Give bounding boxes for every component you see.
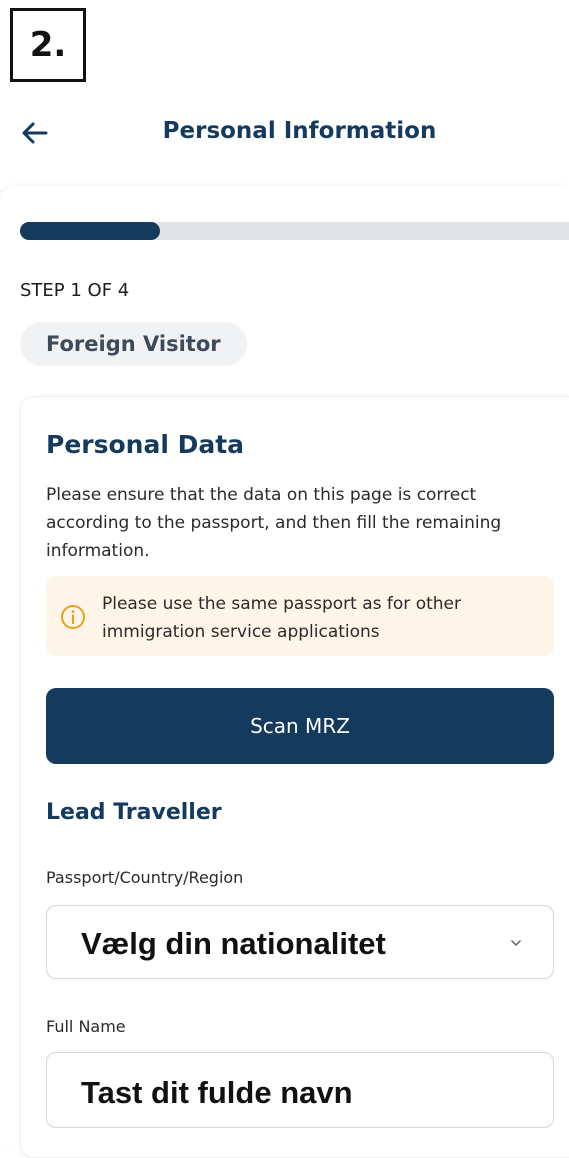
info-icon (61, 605, 85, 629)
chevron-down-icon (511, 940, 521, 946)
full-name-value: Tast dit fulde navn (81, 1075, 353, 1110)
lead-traveller-heading: Lead Traveller (46, 800, 222, 825)
page-title: Personal Information (162, 118, 437, 144)
visitor-type-chip: Foreign Visitor (20, 322, 247, 366)
step-indicator: STEP 1 OF 4 (20, 280, 130, 301)
progress-bar (20, 222, 569, 240)
passport-notice: Please use the same passport as for othe… (46, 576, 554, 656)
step-number-badge: 2. (10, 8, 86, 82)
full-name-label: Full Name (46, 1017, 126, 1036)
passport-country-label: Passport/Country/Region (46, 868, 244, 887)
scan-mrz-button[interactable]: Scan MRZ (46, 688, 554, 764)
notice-text: Please use the same passport as for othe… (102, 594, 461, 642)
passport-country-select[interactable]: Vælg din nationalitet (46, 905, 554, 979)
progress-bar-fill (20, 222, 160, 240)
passport-country-value: Vælg din nationalitet (81, 926, 386, 961)
card-description: Please ensure that the data on this page… (46, 485, 502, 561)
full-name-input[interactable]: Tast dit fulde navn (46, 1052, 554, 1128)
app-header: Personal Information (0, 104, 569, 160)
card-title: Personal Data (46, 430, 245, 459)
